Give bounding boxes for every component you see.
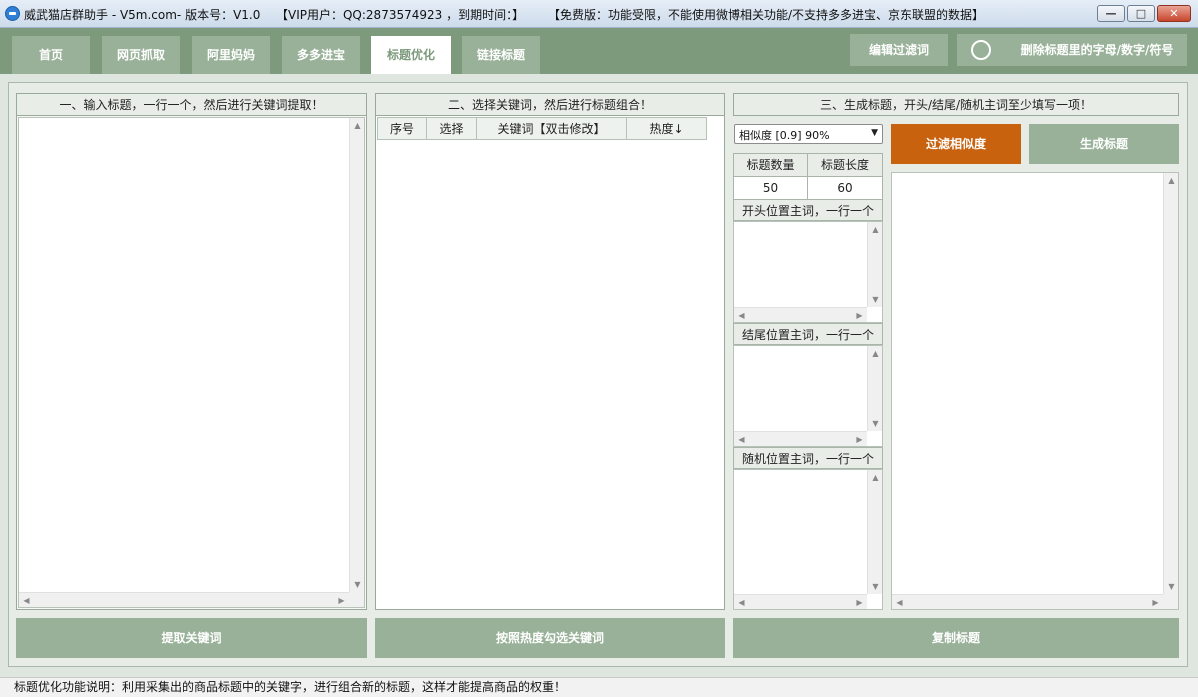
scroll-up-icon[interactable]: ▲ (868, 222, 883, 237)
tab-bar: 首页 网页抓取 阿里妈妈 多多进宝 标题优化 链接标题 编辑过滤词 删除标题里的… (0, 28, 1198, 74)
tab-alimama[interactable]: 阿里妈妈 (192, 36, 270, 74)
panel1-header: 一、输入标题，一行一个，然后进行关键词提取！ (17, 94, 366, 116)
scroll-up-icon[interactable]: ▲ (350, 118, 365, 133)
remove-chars-label: 删除标题里的字母/数字/符号 (1020, 43, 1174, 57)
panel2-header: 二、选择关键词，然后进行标题组合！ (376, 94, 724, 116)
vertical-scrollbar[interactable]: ▲ ▼ (867, 222, 882, 307)
generate-titles-button[interactable]: 生成标题 (1029, 124, 1179, 164)
column-header-select[interactable]: 选择 (426, 117, 477, 140)
vertical-scrollbar[interactable]: ▲ ▼ (349, 118, 364, 592)
vertical-scrollbar[interactable]: ▲ ▼ (867, 346, 882, 431)
scroll-left-icon[interactable]: ◀ (734, 595, 749, 610)
free-version-notice: 【免费版：功能受限，不能使用微博相关功能/不支持多多进宝、京东联盟的数据】 (548, 8, 985, 22)
edit-filter-words-button[interactable]: 编辑过滤词 (850, 34, 948, 66)
similarity-value: 相似度 [0.9] 90% (739, 129, 830, 142)
scroll-down-icon[interactable]: ▼ (1164, 579, 1179, 594)
scroll-down-icon[interactable]: ▼ (868, 292, 883, 307)
keywords-panel: 二、选择关键词，然后进行标题组合！ 序号 选择 关键词【双击修改】 热度↓ (375, 93, 725, 610)
title-length-label: 标题长度 (807, 153, 883, 177)
dropdown-arrow-icon: ▼ (871, 128, 878, 138)
maximize-button[interactable]: □ (1127, 5, 1155, 22)
horizontal-scrollbar[interactable]: ◀ ▶ (892, 594, 1163, 609)
extract-keywords-button[interactable]: 提取关键词 (16, 618, 367, 658)
maximize-icon: □ (1135, 7, 1147, 20)
scroll-up-icon[interactable]: ▲ (868, 470, 883, 485)
scroll-up-icon[interactable]: ▲ (868, 346, 883, 361)
vertical-scrollbar[interactable]: ▲ ▼ (867, 470, 882, 594)
start-words-label: 开头位置主词，一行一个 (733, 199, 883, 221)
scroll-up-icon[interactable]: ▲ (1164, 173, 1179, 188)
similarity-select[interactable]: 相似度 [0.9] 90% ▼ (734, 124, 883, 144)
tab-link-title[interactable]: 链接标题 (462, 36, 540, 74)
close-button[interactable]: ✕ (1157, 5, 1191, 22)
scroll-right-icon[interactable]: ▶ (852, 595, 867, 610)
column-header-index[interactable]: 序号 (377, 117, 427, 140)
end-words-label: 结尾位置主词，一行一个 (733, 323, 883, 345)
title-length-input[interactable]: 60 (807, 176, 883, 200)
scroll-right-icon[interactable]: ▶ (334, 593, 349, 608)
status-bar: 标题优化功能说明：利用采集出的商品标题中的关键字，进行组合新的标题，这样才能提高… (0, 677, 1198, 697)
generated-titles-textarea[interactable]: ▲ ▼ ◀ ▶ (891, 172, 1179, 610)
remove-chars-toggle[interactable]: 删除标题里的字母/数字/符号 (957, 34, 1187, 66)
close-icon: ✕ (1169, 7, 1179, 20)
horizontal-scrollbar[interactable]: ◀ ▶ (734, 431, 867, 446)
app-icon (5, 6, 20, 21)
tab-home[interactable]: 首页 (12, 36, 90, 74)
start-words-textarea[interactable]: ▲ ▼ ◀ ▶ (733, 221, 883, 323)
random-words-label: 随机位置主词，一行一个 (733, 447, 883, 469)
title-bar: 威武猫店群助手 - V5m.com- 版本号：V1.0 【VIP用户：QQ:28… (0, 0, 1198, 28)
column-header-keyword[interactable]: 关键词【双击修改】 (476, 117, 627, 140)
input-titles-textarea[interactable]: ▲ ▼ ◀ ▶ (18, 117, 365, 608)
generate-panel: 三、生成标题，开头/结尾/随机主词至少填写一项！ (733, 93, 1179, 116)
horizontal-scrollbar[interactable]: ◀ ▶ (734, 594, 867, 609)
tab-duoduojinbao[interactable]: 多多进宝 (282, 36, 360, 74)
keywords-table: 序号 选择 关键词【双击修改】 热度↓ (377, 117, 707, 140)
tab-title-optimize[interactable]: 标题优化 (371, 36, 451, 74)
scroll-left-icon[interactable]: ◀ (734, 432, 749, 447)
horizontal-scrollbar[interactable]: ◀ ▶ (734, 307, 867, 322)
scroll-left-icon[interactable]: ◀ (734, 308, 749, 323)
minimize-icon: — (1105, 7, 1117, 20)
copy-titles-button[interactable]: 复制标题 (733, 618, 1179, 658)
scroll-right-icon[interactable]: ▶ (852, 308, 867, 323)
panel3-header: 三、生成标题，开头/结尾/随机主词至少填写一项！ (734, 94, 1178, 116)
scroll-left-icon[interactable]: ◀ (19, 593, 34, 608)
filter-similarity-button[interactable]: 过滤相似度 (891, 124, 1021, 164)
app-title: 威武猫店群助手 - V5m.com- 版本号：V1.0 (24, 8, 261, 22)
end-words-textarea[interactable]: ▲ ▼ ◀ ▶ (733, 345, 883, 447)
column-header-heat[interactable]: 热度↓ (626, 117, 707, 140)
scroll-corner (349, 592, 364, 607)
random-words-textarea[interactable]: ▲ ▼ ◀ ▶ (733, 469, 883, 610)
minimize-button[interactable]: — (1097, 5, 1125, 22)
vertical-scrollbar[interactable]: ▲ ▼ (1163, 173, 1178, 594)
select-by-heat-button[interactable]: 按照热度勾选关键词 (375, 618, 725, 658)
scroll-down-icon[interactable]: ▼ (868, 416, 883, 431)
horizontal-scrollbar[interactable]: ◀ ▶ (19, 592, 349, 607)
title-count-input[interactable]: 50 (733, 176, 808, 200)
scroll-corner (1163, 594, 1178, 609)
input-titles-panel: 一、输入标题，一行一个，然后进行关键词提取！ ▲ ▼ ◀ ▶ (16, 93, 367, 610)
tab-web-scrape[interactable]: 网页抓取 (102, 36, 180, 74)
radio-icon[interactable] (971, 40, 991, 60)
scroll-left-icon[interactable]: ◀ (892, 595, 907, 610)
scroll-down-icon[interactable]: ▼ (868, 579, 883, 594)
scroll-down-icon[interactable]: ▼ (350, 577, 365, 592)
title-count-label: 标题数量 (733, 153, 808, 177)
vip-info: 【VIP用户：QQ:2873574923 ，到期时间：】 (276, 8, 525, 22)
scroll-right-icon[interactable]: ▶ (852, 432, 867, 447)
scroll-right-icon[interactable]: ▶ (1148, 595, 1163, 610)
